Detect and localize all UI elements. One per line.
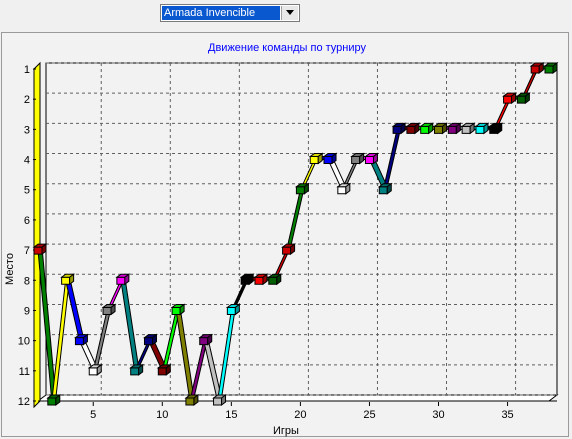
dropdown-button[interactable] (281, 6, 298, 20)
x-tick-label: 5 (90, 409, 96, 421)
data-point (253, 273, 269, 286)
data-point (294, 182, 310, 195)
data-point (322, 152, 338, 165)
data-point (391, 122, 407, 135)
x-tick-label: 20 (294, 409, 306, 421)
toolbar: Armada Invencible (0, 0, 572, 30)
data-point (129, 363, 145, 376)
y-tick-label: 3 (24, 124, 30, 136)
data-point (460, 122, 476, 135)
y-tick-label: 2 (24, 94, 30, 106)
data-point (239, 273, 255, 286)
data-point (474, 122, 490, 135)
chart-title: Движение команды по турниру (208, 42, 366, 54)
data-point (46, 394, 62, 406)
data-point (377, 182, 393, 195)
x-tick-label: 30 (432, 409, 444, 421)
left-wall (33, 61, 41, 409)
data-point (212, 394, 228, 406)
data-point (184, 394, 200, 406)
y-tick-label: 1 (24, 64, 30, 76)
data-point (101, 303, 117, 316)
data-point (73, 333, 89, 346)
data-point (115, 273, 131, 286)
y-tick-label: 7 (24, 245, 30, 257)
x-tick-label: 10 (156, 409, 168, 421)
data-point (405, 122, 421, 135)
x-axis-label: Игры (273, 425, 299, 437)
data-point (267, 273, 283, 286)
y-axis-label: Место (4, 253, 16, 285)
data-point (32, 243, 48, 256)
data-point (308, 152, 324, 165)
y-tick-label: 4 (24, 155, 30, 167)
data-point (446, 122, 462, 135)
data-point (488, 122, 504, 135)
data-point (142, 333, 158, 346)
team-select[interactable]: Armada Invencible (160, 4, 300, 22)
y-tick-label: 5 (24, 185, 30, 197)
y-tick-label: 11 (19, 366, 30, 378)
data-point (419, 122, 435, 135)
place-chart: 1234567891011125 10 15 20 25 30 35 Движение ко… (4, 42, 559, 437)
x-tick-label: 25 (363, 409, 375, 421)
y-tick-label: 6 (24, 215, 30, 227)
data-point (363, 152, 379, 165)
data-point (87, 363, 103, 376)
y-tick-label: 8 (24, 275, 30, 287)
team-select-value: Armada Invencible (162, 6, 280, 20)
chevron-down-icon (286, 10, 294, 15)
data-point (350, 152, 366, 165)
y-tick-label: 9 (24, 305, 30, 317)
data-point (543, 62, 559, 74)
data-point (198, 333, 214, 346)
y-tick-label: 12 (18, 396, 30, 408)
data-point (502, 92, 518, 105)
data-point (60, 273, 76, 286)
x-tick-label: 35 (501, 409, 513, 421)
data-point (281, 243, 297, 256)
data-point (225, 303, 241, 316)
back-wall (45, 62, 558, 396)
data-point (336, 182, 352, 195)
data-point (529, 62, 545, 74)
data-point (156, 363, 172, 376)
x-tick-label: 15 (225, 409, 237, 421)
chart-frame: 1 2 3 4 5 6 7 8 9 10 11 12 5 10 15 20 25 30 35 Движение ко… (1, 32, 569, 437)
y-tick-label: 10 (18, 336, 30, 348)
floor (36, 394, 559, 402)
data-point (170, 303, 186, 316)
data-point (433, 122, 449, 135)
data-point (515, 92, 531, 105)
